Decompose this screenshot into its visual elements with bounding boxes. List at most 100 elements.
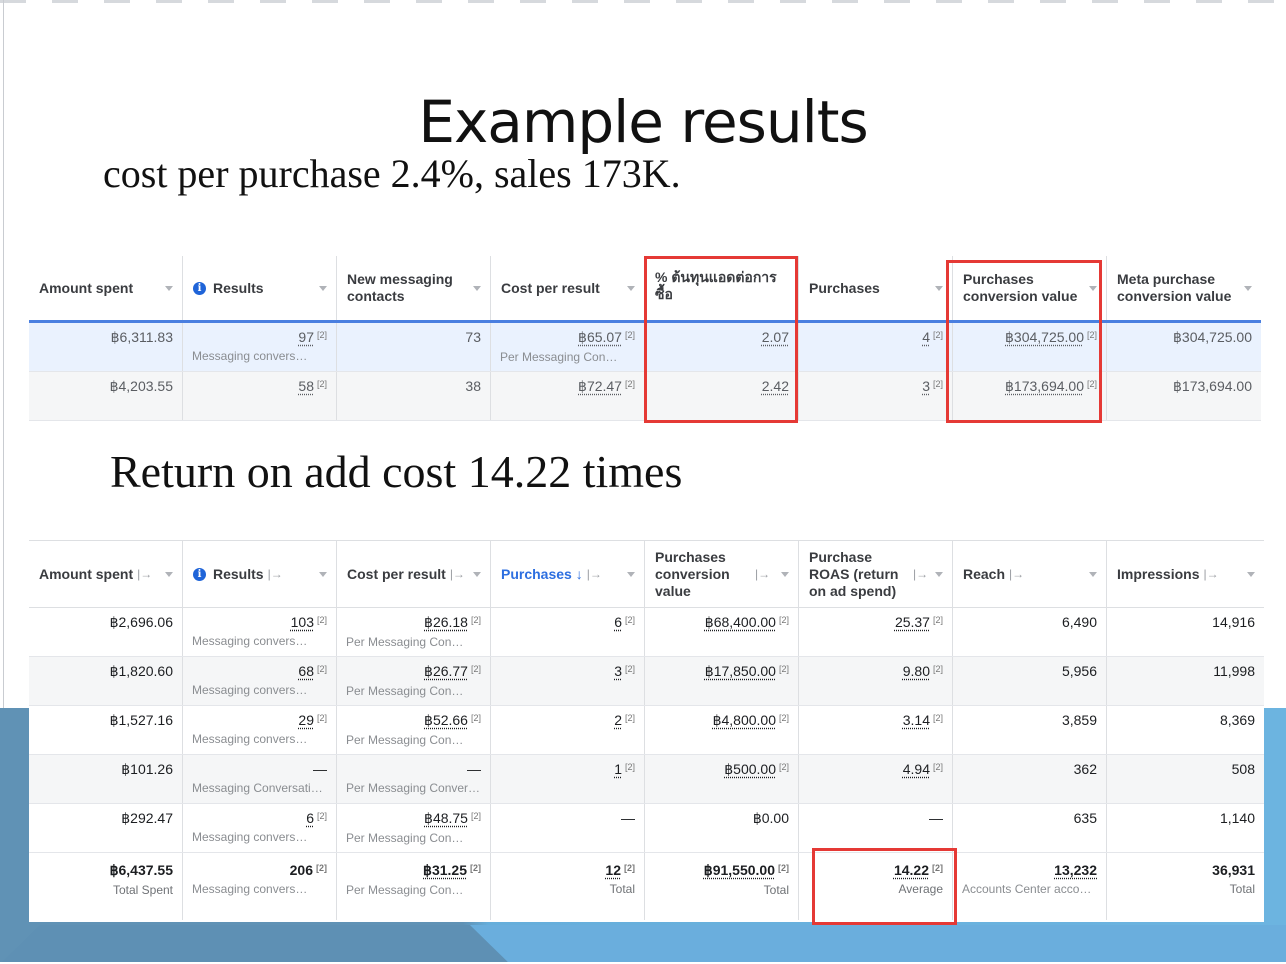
cell-cost-per-result[interactable]: ฿72.47 [2] <box>491 372 645 420</box>
cell-purchases: — <box>491 804 645 852</box>
cell-cost[interactable]: ฿26.18 [2] Per Messaging Con… <box>337 608 491 656</box>
total-cost[interactable]: ฿31.25 [2] Per Messaging Con… <box>337 853 491 920</box>
cell-roas[interactable]: 9.80 [2] <box>799 657 953 705</box>
column-header-amount-spent[interactable]: Amount spent <box>29 256 183 320</box>
cell-cost: — Per Messaging Conver… <box>337 755 491 803</box>
cell-cost[interactable]: ฿48.75 [2] Per Messaging Con… <box>337 804 491 852</box>
cell-purchases[interactable]: 3 [2] <box>799 372 953 420</box>
sort-caret-icon[interactable] <box>165 286 173 291</box>
sort-caret-icon[interactable] <box>1244 286 1252 291</box>
table-row[interactable]: ฿1,527.16 29 [2] Messaging convers… ฿52.66… <box>29 706 1264 755</box>
pin-icon[interactable]: |→ <box>587 566 602 583</box>
column-header-reach[interactable]: Reach |→ <box>953 541 1107 607</box>
column-header-roas[interactable]: Purchase ROAS (return on ad spend) |→ <box>799 541 953 607</box>
cell-impressions: 8,369 <box>1219 712 1255 728</box>
totals-row: ฿6,437.55 Total Spent 206 [2] Messaging con… <box>29 853 1264 920</box>
cell-cost-per-result[interactable]: ฿65.07 [2] Per Messaging Con… <box>491 323 645 371</box>
sort-caret-icon[interactable] <box>473 286 481 291</box>
slide-subtitle-roas: Return on add cost 14.22 times <box>110 446 683 497</box>
cell-conversion-value[interactable]: ฿68,400.00 [2] <box>645 608 799 656</box>
pin-icon[interactable]: |→ <box>913 566 928 583</box>
highlight-ad-cost-percent <box>644 256 798 423</box>
cell-cost[interactable]: ฿52.66 [2] Per Messaging Con… <box>337 706 491 754</box>
total-results: 206 [2] Messaging convers… <box>183 853 337 920</box>
column-header-cost-per-result[interactable]: Cost per result <box>491 256 645 320</box>
column-header-new-contacts[interactable]: New messaging contacts <box>337 256 491 320</box>
cell-amount: ฿101.26 <box>29 755 183 803</box>
sort-caret-icon[interactable] <box>1089 572 1097 577</box>
table-row[interactable]: ฿101.26 — Messaging Conversati… — Per Mess… <box>29 755 1264 804</box>
total-conversion-value[interactable]: ฿91,550.00 [2] Total <box>645 853 799 920</box>
cell-results[interactable]: 6 [2] Messaging convers… <box>183 804 337 852</box>
sort-caret-icon[interactable] <box>319 286 327 291</box>
column-header-meta-value[interactable]: Meta purchase conversion value <box>1107 256 1261 320</box>
cell-purchases[interactable]: 4 [2] <box>799 323 953 371</box>
cell-amount: ฿1,820.60 <box>29 657 183 705</box>
cell-amount: ฿2,696.06 <box>29 608 183 656</box>
cell-impressions: 508 <box>1231 761 1255 777</box>
sort-caret-icon[interactable] <box>1247 572 1255 577</box>
cell-results[interactable]: 29 [2] Messaging convers… <box>183 706 337 754</box>
cell-purchases[interactable]: 1 [2] <box>491 755 645 803</box>
cell-cost[interactable]: ฿26.77 [2] Per Messaging Con… <box>337 657 491 705</box>
column-header-purchases[interactable]: Purchases <box>799 256 953 320</box>
sort-caret-icon[interactable] <box>935 286 943 291</box>
cell-results[interactable]: 97 [2] Messaging convers… <box>183 323 337 371</box>
cell-conversion-value[interactable]: ฿17,850.00 [2] <box>645 657 799 705</box>
pin-icon[interactable]: |→ <box>137 566 152 583</box>
column-header-amount-spent[interactable]: Amount spent |→ <box>29 541 183 607</box>
cell-results[interactable]: 58 [2] <box>183 372 337 420</box>
sort-caret-icon[interactable] <box>473 572 481 577</box>
column-header-results[interactable]: i Results |→ <box>183 541 337 607</box>
sort-caret-icon[interactable] <box>165 572 173 577</box>
column-header-purchases-sorted[interactable]: Purchases ↓ |→ <box>491 541 645 607</box>
column-header-results[interactable]: i Results <box>183 256 337 320</box>
sort-caret-icon[interactable] <box>627 572 635 577</box>
cell-amount: ฿4,203.55 <box>29 372 183 420</box>
cell-amount: ฿1,527.16 <box>29 706 183 754</box>
cell-roas[interactable]: 25.37 [2] <box>799 608 953 656</box>
sort-caret-icon[interactable] <box>627 286 635 291</box>
cell-meta-value: ฿304,725.00 <box>1173 329 1252 345</box>
cell-amount: ฿292.47 <box>29 804 183 852</box>
column-header-impressions[interactable]: Impressions |→ <box>1107 541 1264 607</box>
info-icon[interactable]: i <box>193 281 206 295</box>
cell-amount: ฿6,311.83 <box>29 323 183 371</box>
slide-subtitle-cost: cost per purchase 2.4%, sales 173K. <box>103 151 681 196</box>
cell-results: — Messaging Conversati… <box>183 755 337 803</box>
cell-new-contacts: 38 <box>337 372 491 420</box>
cell-roas: — <box>799 804 953 852</box>
pin-icon[interactable]: |→ <box>1009 566 1024 583</box>
pin-icon[interactable]: |→ <box>755 566 770 583</box>
sort-caret-icon[interactable] <box>781 572 789 577</box>
sort-caret-icon[interactable] <box>319 572 327 577</box>
total-impressions: 36,931 Total <box>1212 862 1255 896</box>
cell-reach: 3,859 <box>953 706 1107 754</box>
cell-conversion-value[interactable]: ฿4,800.00 [2] <box>645 706 799 754</box>
cell-results[interactable]: 68 [2] Messaging convers… <box>183 657 337 705</box>
cell-reach: 6,490 <box>953 608 1107 656</box>
info-icon[interactable]: i <box>193 567 206 581</box>
cell-roas[interactable]: 3.14 [2] <box>799 706 953 754</box>
cell-new-contacts: 73 <box>337 323 491 371</box>
highlight-roas-average <box>812 848 957 925</box>
total-amount: ฿6,437.55 Total Spent <box>29 853 183 920</box>
column-header-conversion-value[interactable]: Purchases conversion value |→ <box>645 541 799 607</box>
total-reach[interactable]: 13,232 Accounts Center acco… <box>953 853 1107 920</box>
cell-conversion-value[interactable]: ฿500.00 [2] <box>645 755 799 803</box>
cell-purchases[interactable]: 2 [2] <box>491 706 645 754</box>
cell-purchases[interactable]: 3 [2] <box>491 657 645 705</box>
table-row[interactable]: ฿292.47 6 [2] Messaging convers… ฿48.75 [2]… <box>29 804 1264 853</box>
pin-icon[interactable]: |→ <box>450 566 465 583</box>
table-row[interactable]: ฿1,820.60 68 [2] Messaging convers… ฿26.77… <box>29 657 1264 706</box>
cell-meta-value: ฿173,694.00 <box>1173 378 1252 394</box>
sort-caret-icon[interactable] <box>935 572 943 577</box>
cell-roas[interactable]: 4.94 [2] <box>799 755 953 803</box>
pin-icon[interactable]: |→ <box>1203 566 1218 583</box>
total-purchases[interactable]: 12 [2] Total <box>491 853 645 920</box>
cell-purchases[interactable]: 6 [2] <box>491 608 645 656</box>
cell-results[interactable]: 103 [2] Messaging convers… <box>183 608 337 656</box>
pin-icon[interactable]: |→ <box>268 566 283 583</box>
column-header-cost-per-result[interactable]: Cost per result |→ <box>337 541 491 607</box>
table-row[interactable]: ฿2,696.06 103 [2] Messaging convers… ฿26.1… <box>29 608 1264 657</box>
